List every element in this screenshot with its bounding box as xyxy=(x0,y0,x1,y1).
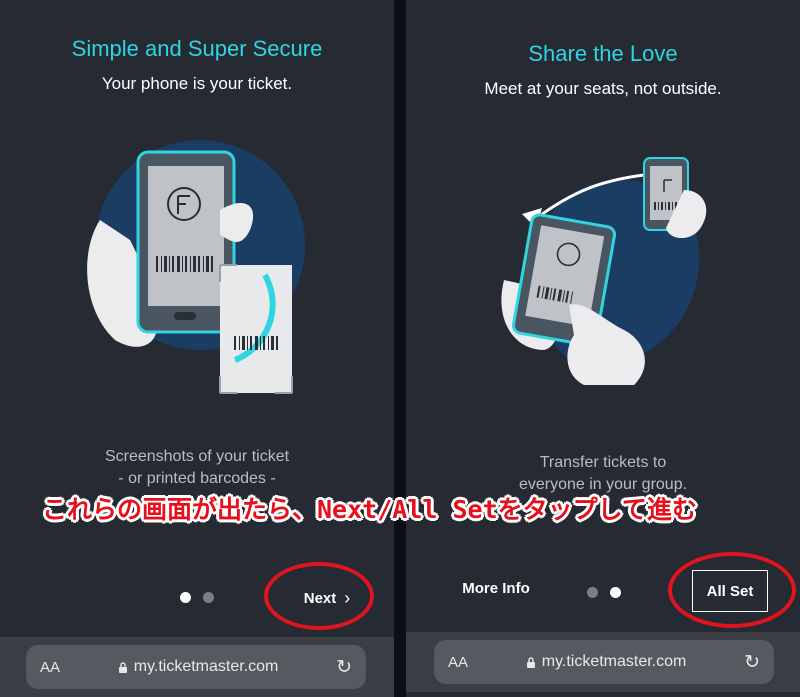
text-size-button[interactable]: AA xyxy=(40,659,60,676)
screen-subtitle: Your phone is your ticket. xyxy=(101,74,293,93)
onboarding-screen-share: Share the Love Meet at your seats, not o… xyxy=(406,0,800,697)
screen-title: Simple and Super Secure xyxy=(71,36,323,61)
page-dot-active xyxy=(610,587,621,598)
page-dot-active xyxy=(180,592,191,603)
panel-divider xyxy=(394,0,406,697)
url-text: my.ticketmaster.com xyxy=(133,658,279,675)
lock-icon xyxy=(118,661,127,673)
reload-icon[interactable]: ↻ xyxy=(744,651,760,674)
caption-line: Transfer tickets to xyxy=(539,454,667,471)
screen-caption: Screenshots of your ticket - or printed … xyxy=(0,446,394,490)
page-dot xyxy=(203,592,214,603)
text-size-button[interactable]: AA xyxy=(448,654,468,671)
browser-toolbar: AA my.ticketmaster.com ↻ xyxy=(406,632,800,692)
lock-icon xyxy=(526,656,535,668)
annotation-instruction: これらの画面が出たら、Next/All Setをタップして進む xyxy=(42,495,697,524)
url-text: my.ticketmaster.com xyxy=(541,653,687,670)
address-bar[interactable]: AA my.ticketmaster.com ↻ xyxy=(434,640,774,684)
caption-line: - or printed barcodes - xyxy=(118,470,276,487)
share-tickets-illustration xyxy=(501,157,707,385)
onboarding-screen-secure: Simple and Super Secure Your phone is yo… xyxy=(0,0,394,697)
highlight-circle xyxy=(264,562,374,630)
highlight-circle xyxy=(668,552,796,628)
phone-ticket-illustration xyxy=(87,140,305,394)
reload-icon[interactable]: ↻ xyxy=(336,656,352,679)
more-info-button[interactable]: More Info xyxy=(446,580,546,604)
screen-subtitle: Meet at your seats, not outside. xyxy=(484,79,722,98)
browser-toolbar: AA my.ticketmaster.com ↻ xyxy=(0,637,394,697)
page-dot xyxy=(587,587,598,598)
caption-line: Screenshots of your ticket xyxy=(104,448,290,465)
address-bar[interactable]: AA my.ticketmaster.com ↻ xyxy=(26,645,366,689)
screen-title: Share the Love xyxy=(528,41,678,66)
